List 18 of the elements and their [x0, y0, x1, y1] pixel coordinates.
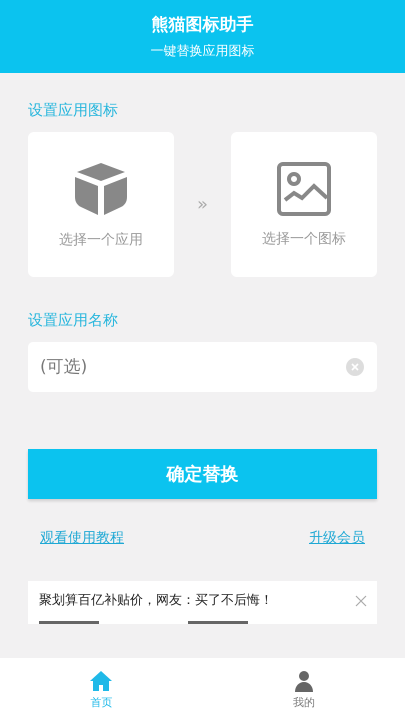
- text-link[interactable]: 观看使用教程: [40, 529, 124, 547]
- app-subtitle: 一键替换应用图标: [150, 43, 254, 60]
- home-icon: [89, 668, 114, 692]
- text-link[interactable]: 升级会员: [309, 529, 365, 547]
- section-label: 设置应用名称: [28, 311, 119, 330]
- confirm-button[interactable]: 确定替换: [28, 449, 377, 499]
- app-title: 熊猫图标助手: [152, 14, 254, 36]
- select-icon-card[interactable]: 选择一个图标: [230, 132, 377, 277]
- clear-icon[interactable]: [346, 358, 364, 376]
- select-app-card[interactable]: 选择一个应用: [28, 132, 174, 277]
- app-name-field[interactable]: (可选): [28, 342, 377, 392]
- cube-icon: [73, 160, 129, 216]
- image-icon: [276, 162, 331, 216]
- double-chevron-icon: »: [196, 194, 208, 215]
- section-label: 设置应用图标: [28, 101, 119, 120]
- ad-banner[interactable]: 聚划算百亿补贴价，网友：买了不后悔！: [28, 581, 377, 624]
- close-icon[interactable]: [355, 595, 367, 607]
- ad-text: 聚划算百亿补贴价，网友：买了不后悔！: [39, 592, 274, 609]
